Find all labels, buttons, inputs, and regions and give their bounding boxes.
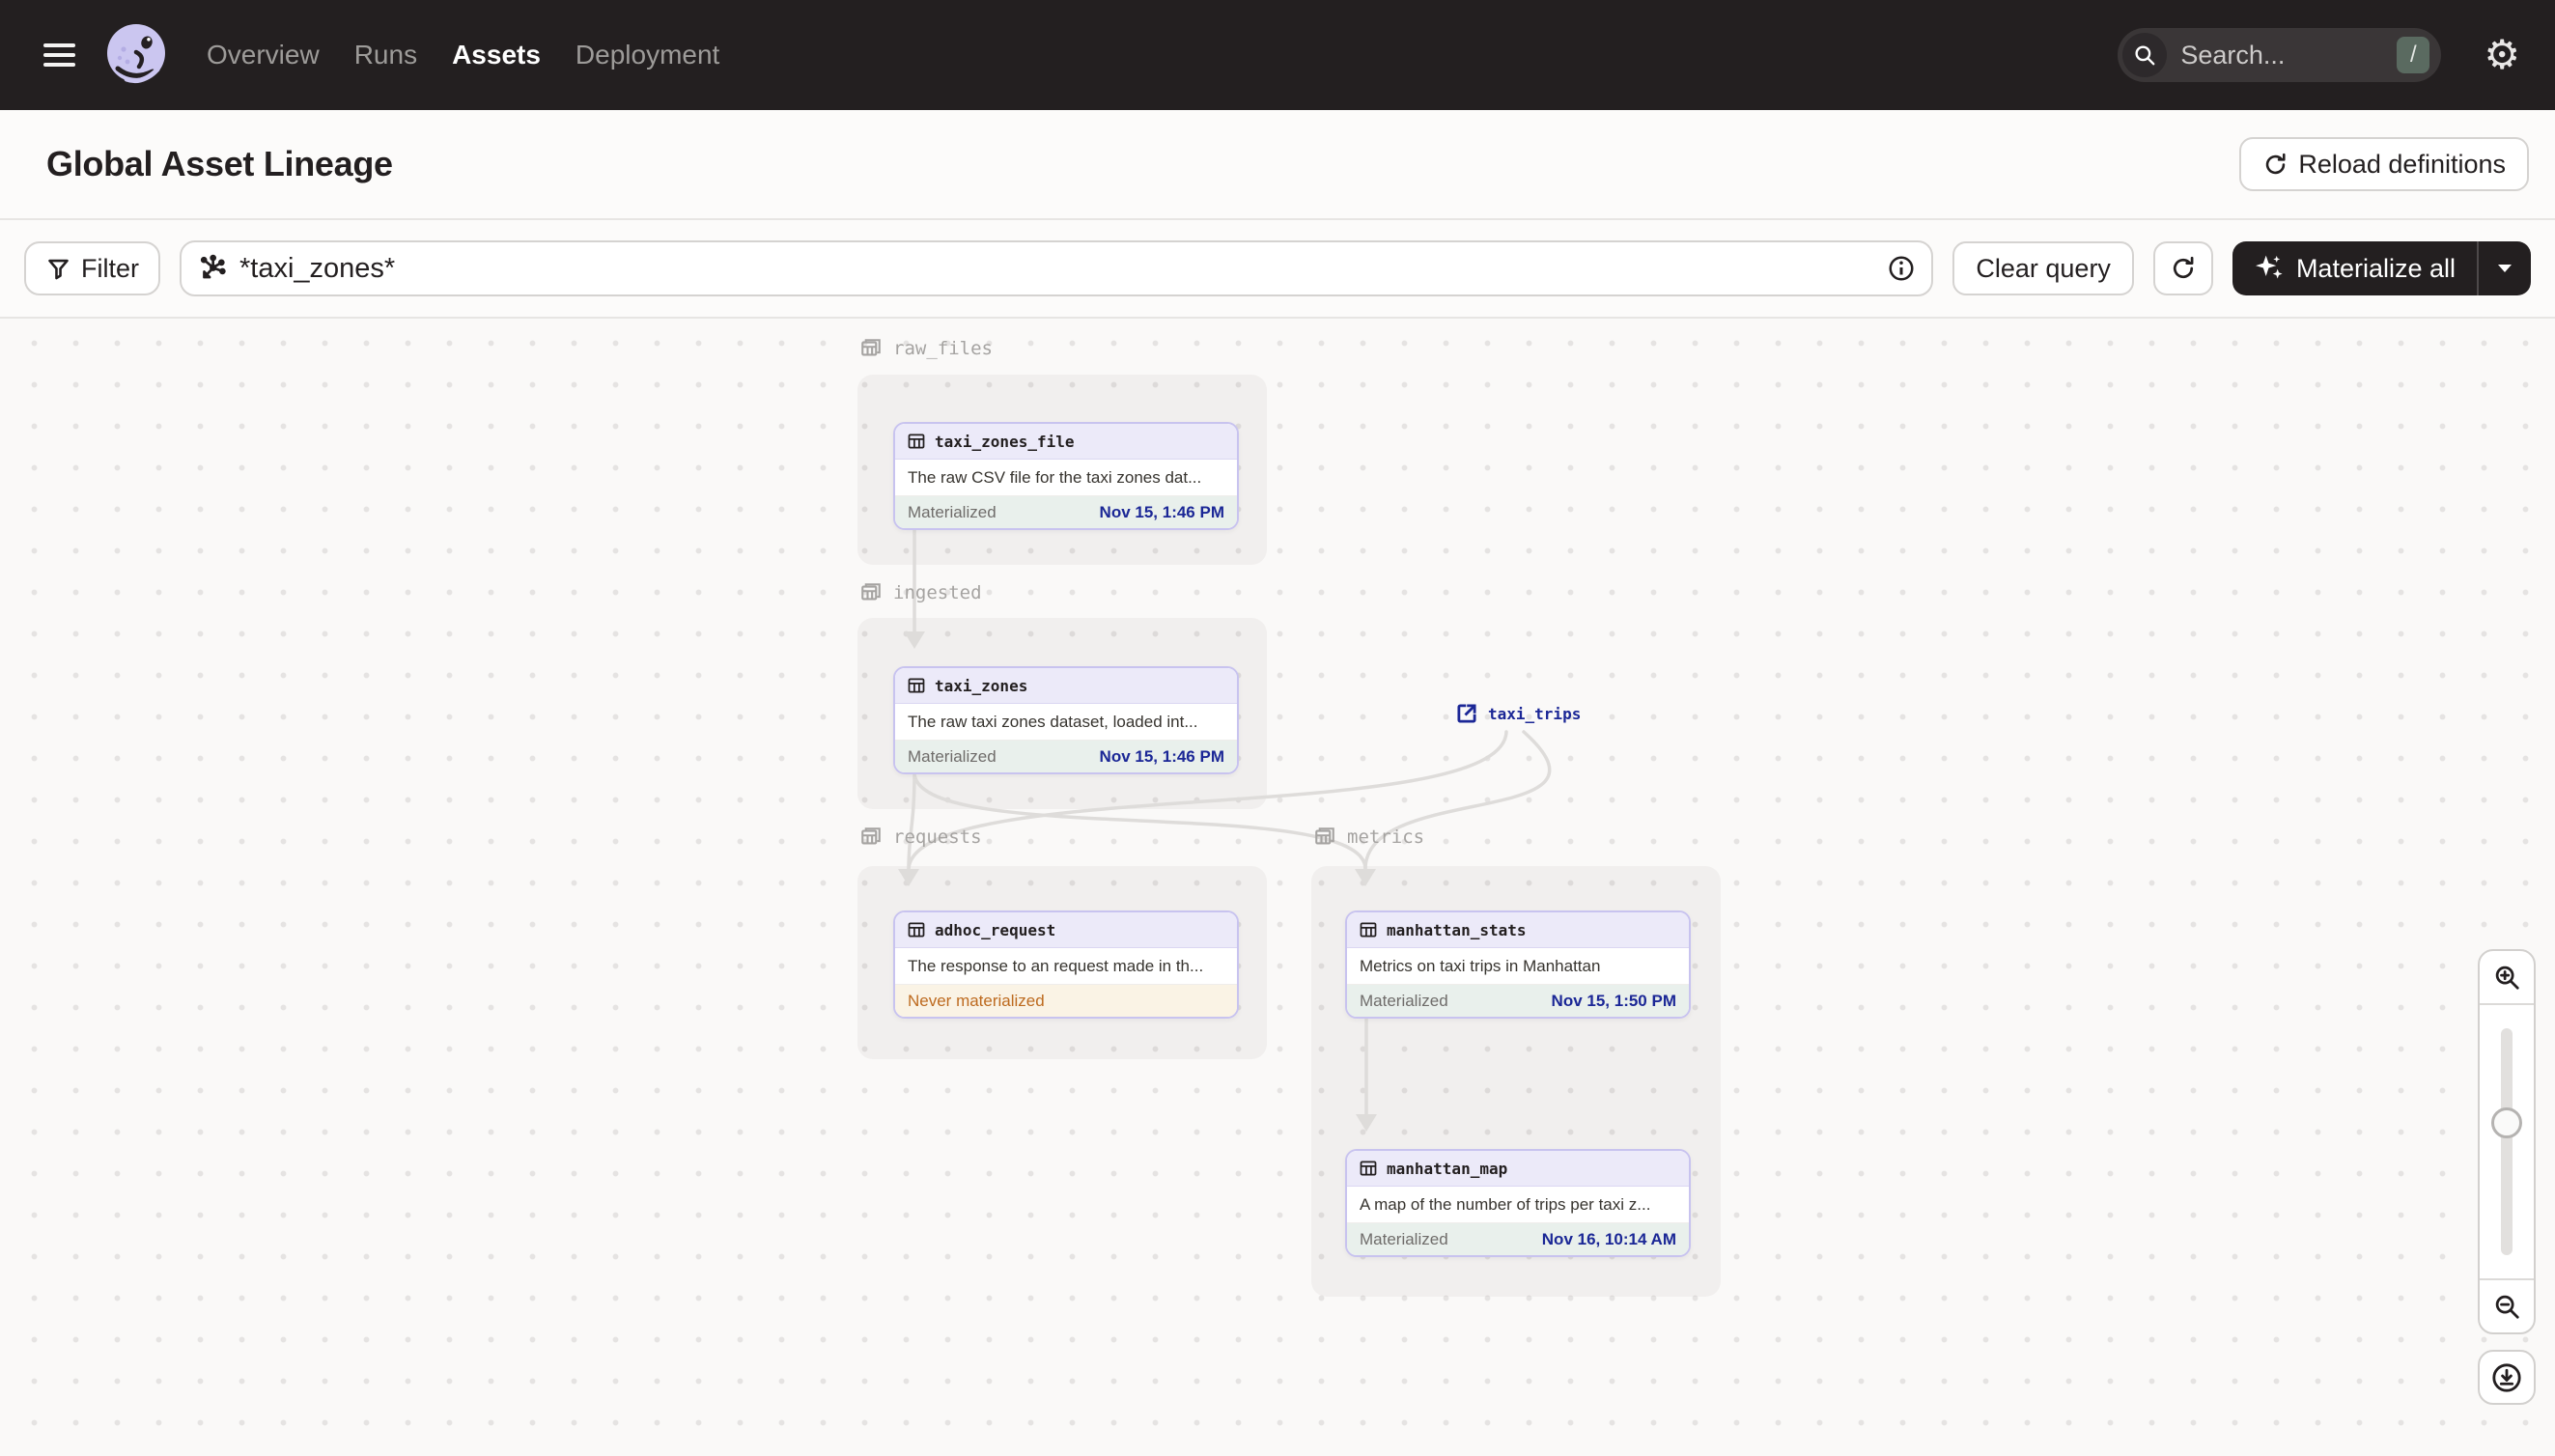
materialization-timestamp: Nov 15, 1:50 PM (1551, 991, 1676, 1010)
page-header: Global Asset Lineage Reload definitions (0, 110, 2555, 220)
materialize-all-split-button: Materialize all (2232, 241, 2531, 295)
nav-item-deployment[interactable]: Deployment (576, 40, 719, 70)
asset-description: Metrics on taxi trips in Manhattan (1347, 948, 1689, 985)
main-nav: Overview Runs Assets Deployment (207, 40, 719, 70)
group-tables-icon (861, 339, 881, 356)
clear-query-button[interactable]: Clear query (1952, 241, 2134, 295)
status-label: Materialized (1360, 991, 1448, 1010)
asset-description: The raw taxi zones dataset, loaded int..… (895, 704, 1237, 741)
asset-description: A map of the number of trips per taxi z.… (1347, 1187, 1689, 1223)
asset-node-taxi_zones_file[interactable]: taxi_zones_file The raw CSV file for the… (893, 422, 1239, 530)
materialize-options-caret[interactable] (2479, 241, 2531, 295)
asset-node-header: adhoc_request (895, 912, 1237, 948)
zoom-out-icon (2495, 1295, 2519, 1319)
asset-node-header: taxi_zones_file (895, 424, 1237, 460)
asset-status-bar: Materialized Nov 16, 10:14 AM (1347, 1223, 1689, 1255)
asset-status-bar: Never materialized (895, 985, 1237, 1017)
search-icon (2122, 33, 2168, 77)
edge-taxi_zones-manhattan_stats (912, 770, 1367, 871)
zoom-slider[interactable] (2480, 1003, 2534, 1280)
table-icon (1360, 1161, 1377, 1176)
group-tables-icon (861, 583, 881, 601)
status-label: Materialized (908, 746, 997, 766)
download-icon (2492, 1362, 2521, 1392)
lineage-toolbar: Filter Clear query Materi (0, 220, 2555, 319)
external-link-icon (1457, 704, 1476, 723)
zoom-slider-track[interactable] (2501, 1028, 2513, 1255)
materialization-timestamp: Nov 15, 1:46 PM (1099, 746, 1224, 766)
materialization-timestamp: Nov 16, 10:14 AM (1541, 1229, 1676, 1248)
group-label-requests[interactable]: requests (857, 824, 982, 851)
asset-graph-canvas[interactable]: raw_files ingested requests metrics taxi… (0, 319, 2555, 1456)
group-label-metrics[interactable]: metrics (1311, 824, 1424, 851)
reload-definitions-button[interactable]: Reload definitions (2239, 137, 2529, 191)
refresh-graph-button[interactable] (2152, 241, 2213, 295)
zoom-in-icon (2495, 966, 2519, 990)
nav-item-runs[interactable]: Runs (354, 40, 417, 70)
status-label: Never materialized (908, 991, 1045, 1010)
settings-gear-icon[interactable]: ⚙ (2484, 35, 2520, 75)
sparkle-icon (2255, 255, 2283, 279)
asset-node-taxi_zones[interactable]: taxi_zones The raw taxi zones dataset, l… (893, 666, 1239, 774)
materialize-all-button[interactable]: Materialize all (2232, 241, 2477, 295)
asset-query-input[interactable] (239, 252, 1888, 285)
zoom-in-button[interactable] (2480, 951, 2534, 1003)
group-tables-icon (861, 827, 881, 845)
zoom-slider-thumb[interactable] (2491, 1107, 2522, 1138)
asset-node-header: manhattan_map (1347, 1151, 1689, 1187)
nav-item-assets[interactable]: Assets (452, 40, 541, 70)
asset-status-bar: Materialized Nov 15, 1:46 PM (895, 741, 1237, 772)
asset-description: The raw CSV file for the taxi zones dat.… (895, 460, 1237, 496)
table-icon (908, 922, 925, 938)
asset-node-manhattan_stats[interactable]: manhattan_stats Metrics on taxi trips in… (1345, 910, 1691, 1019)
download-graph-button[interactable] (2478, 1350, 2536, 1405)
global-search[interactable]: / (2118, 28, 2442, 82)
status-label: Materialized (908, 502, 997, 521)
search-input[interactable] (2180, 40, 2398, 70)
asset-node-adhoc_request[interactable]: adhoc_request The response to an request… (893, 910, 1239, 1019)
asset-node-header: taxi_zones (895, 668, 1237, 704)
table-icon (1360, 922, 1377, 938)
refresh-icon (2173, 256, 2194, 279)
table-icon (908, 678, 925, 693)
zoom-out-button[interactable] (2480, 1280, 2534, 1332)
group-tables-icon (1315, 827, 1334, 845)
status-label: Materialized (1360, 1229, 1448, 1248)
group-label-ingested[interactable]: ingested (857, 579, 982, 606)
refresh-icon (2266, 153, 2286, 174)
asset-status-bar: Materialized Nov 15, 1:46 PM (895, 496, 1237, 528)
asset-node-manhattan_map[interactable]: manhattan_map A map of the number of tri… (1345, 1149, 1691, 1257)
table-icon (908, 434, 925, 449)
dagster-logo[interactable] (104, 23, 168, 87)
group-label-raw_files[interactable]: raw_files (857, 335, 993, 362)
asset-query-input-box[interactable] (180, 240, 1934, 296)
asset-description: The response to an request made in th... (895, 948, 1237, 985)
graph-query-icon (200, 254, 226, 279)
asset-status-bar: Materialized Nov 15, 1:50 PM (1347, 985, 1689, 1017)
chevron-down-icon (2498, 265, 2512, 272)
search-shortcut-badge: / (2397, 37, 2430, 73)
zoom-control-panel (2478, 949, 2536, 1334)
external-asset-taxi_trips[interactable]: taxi_trips (1454, 701, 1581, 726)
asset-node-header: manhattan_stats (1347, 912, 1689, 948)
filter-button[interactable]: Filter (24, 241, 160, 295)
hamburger-menu-icon[interactable] (43, 43, 75, 67)
page-title: Global Asset Lineage (46, 144, 393, 183)
nav-item-overview[interactable]: Overview (207, 40, 320, 70)
info-icon[interactable] (1887, 254, 1916, 283)
top-nav-bar: Overview Runs Assets Deployment / ⚙ (0, 0, 2555, 110)
materialization-timestamp: Nov 15, 1:46 PM (1099, 502, 1224, 521)
lineage-edges-layer (898, 527, 1552, 1132)
funnel-icon (48, 259, 69, 279)
